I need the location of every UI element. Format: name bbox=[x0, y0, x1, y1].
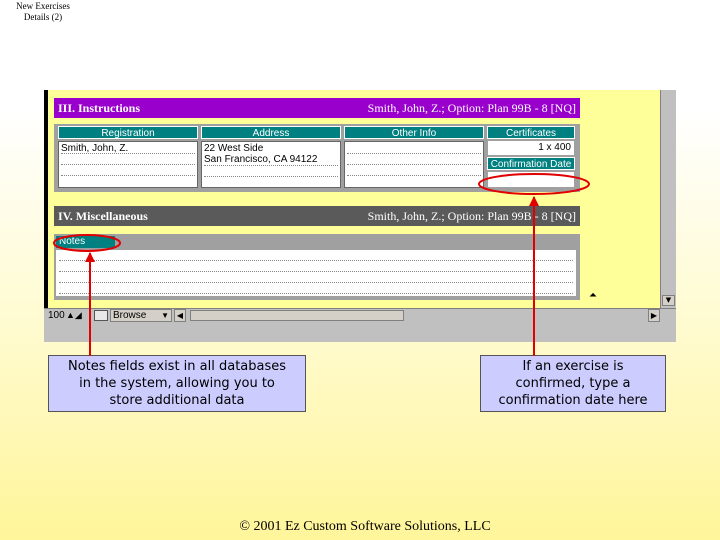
confirmation-date-label: Confirmation Date bbox=[487, 157, 575, 170]
other-info-header: Other Info bbox=[344, 126, 484, 139]
field-rule bbox=[59, 282, 573, 283]
copyright-footer: © 2001 Ez Custom Software Solutions, LLC bbox=[239, 519, 491, 534]
certificates-field[interactable]: 1 x 400 bbox=[488, 141, 574, 155]
triangle-right-icon[interactable]: ▶ bbox=[648, 309, 660, 322]
registration-field[interactable]: Smith, John, Z. bbox=[58, 141, 198, 188]
field-rule bbox=[59, 260, 573, 261]
notes-callout: Notes fields exist in all databases in t… bbox=[48, 355, 306, 412]
address-header: Address bbox=[201, 126, 341, 139]
address-line2: San Francisco, CA 94122 bbox=[204, 154, 318, 165]
field-rule bbox=[347, 153, 481, 154]
field-rule bbox=[204, 165, 338, 166]
app-window: III. Instructions Smith, John, Z.; Optio… bbox=[44, 90, 676, 342]
instructions-table: Registration Smith, John, Z. Address 22 … bbox=[54, 124, 580, 192]
horizontal-scroll-thumb[interactable] bbox=[190, 310, 404, 321]
slide-title: New Exercises Details (2) bbox=[8, 1, 78, 23]
notes-section: Notes bbox=[54, 234, 580, 300]
miscellaneous-title: IV. Miscellaneous bbox=[58, 209, 148, 223]
notes-callout-line3: store additional data bbox=[109, 393, 245, 408]
zoom-level[interactable]: 100 bbox=[48, 309, 65, 322]
field-rule bbox=[204, 176, 338, 177]
certificates-area: 1 x 400 Confirmation Date bbox=[487, 141, 575, 190]
registration-header: Registration bbox=[58, 126, 198, 139]
field-rule bbox=[347, 175, 481, 176]
miscellaneous-header: IV. Miscellaneous Smith, John, Z.; Optio… bbox=[54, 206, 580, 226]
slide-title-line1: New Exercises bbox=[16, 1, 70, 11]
notes-callout-line2: in the system, allowing you to bbox=[79, 376, 275, 391]
field-rule bbox=[61, 153, 195, 154]
confirmation-callout-line2: confirmed, type a bbox=[515, 376, 631, 391]
certificates-value: 1 x 400 bbox=[538, 142, 571, 153]
field-rule bbox=[59, 293, 573, 294]
record-layout: III. Instructions Smith, John, Z.; Optio… bbox=[48, 90, 660, 308]
address-column: Address 22 West Side San Francisco, CA 9… bbox=[201, 126, 341, 188]
field-rule bbox=[347, 164, 481, 165]
confirmation-callout-line1: If an exercise is bbox=[522, 359, 624, 374]
notes-field[interactable] bbox=[56, 250, 576, 296]
other-info-column: Other Info bbox=[344, 126, 484, 188]
certificates-header: Certificates bbox=[487, 126, 575, 139]
instructions-record-label: Smith, John, Z.; Option: Plan 99B - 8 [N… bbox=[367, 101, 576, 115]
zoom-icon[interactable]: ▲◢ bbox=[66, 310, 86, 321]
confirmation-callout: If an exercise is confirmed, type a conf… bbox=[480, 355, 666, 412]
field-rule bbox=[61, 175, 195, 176]
chevron-down-icon: ▼ bbox=[161, 311, 169, 320]
instructions-title: III. Instructions bbox=[58, 101, 141, 115]
registration-column: Registration Smith, John, Z. bbox=[58, 126, 198, 188]
window-bottom bbox=[44, 322, 676, 342]
mode-dropdown[interactable]: Browse ▼ bbox=[110, 309, 172, 322]
confirmation-date-field[interactable] bbox=[488, 172, 574, 187]
address-field[interactable]: 22 West Side San Francisco, CA 94122 bbox=[201, 141, 341, 188]
other-info-field[interactable] bbox=[344, 141, 484, 188]
status-area-icon[interactable] bbox=[94, 310, 108, 321]
miscellaneous-record-label: Smith, John, Z.; Option: Plan 99B - 8 [N… bbox=[367, 209, 576, 223]
field-rule bbox=[59, 271, 573, 272]
instructions-header: III. Instructions Smith, John, Z.; Optio… bbox=[54, 98, 580, 118]
field-rule bbox=[61, 164, 195, 165]
triangle-left-icon[interactable]: ◀ bbox=[174, 309, 186, 322]
triangle-down-icon[interactable]: ▼ bbox=[662, 295, 675, 306]
mode-value: Browse bbox=[113, 310, 147, 321]
jump-to-top-icon[interactable]: ⏶ bbox=[586, 290, 600, 302]
vertical-scrollbar[interactable]: ▼ bbox=[660, 90, 676, 308]
confirmation-callout-line3: confirmation date here bbox=[498, 393, 648, 408]
status-bar: 100 ▲◢ Browse ▼ ◀ ▶ bbox=[44, 308, 676, 322]
notes-label: Notes bbox=[56, 236, 115, 248]
certificates-column: Certificates 1 x 400 Confirmation Date bbox=[487, 126, 575, 190]
slide-title-line2: Details (2) bbox=[23, 12, 63, 22]
address-line1: 22 West Side bbox=[204, 143, 264, 154]
notes-callout-line1: Notes fields exist in all databases bbox=[67, 359, 287, 374]
